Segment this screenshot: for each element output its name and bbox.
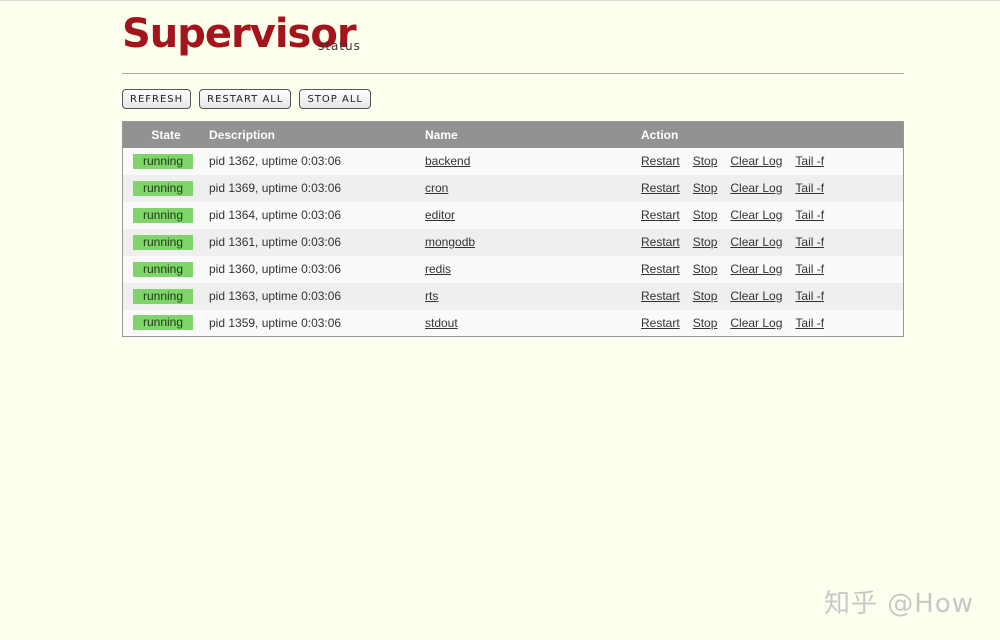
process-name-link[interactable]: redis [425,262,451,276]
table-header-row: State Description Name Action [122,121,904,148]
state-cell: running [123,202,210,229]
clear-log-link[interactable]: Clear Log [730,181,782,195]
process-description: pid 1363, uptime 0:03:06 [209,289,342,303]
stop-link[interactable]: Stop [693,235,718,249]
restart-link[interactable]: Restart [641,262,680,276]
state-cell: running [123,256,210,283]
name-cell: mongodb [425,229,641,256]
process-description: pid 1369, uptime 0:03:06 [209,181,342,195]
watermark: 知乎 @How [824,589,974,619]
actions-cell: Restart Stop Clear Log Tail -f [641,175,904,202]
process-name-link[interactable]: stdout [425,316,458,330]
clear-log-link[interactable]: Clear Log [730,235,782,249]
process-description: pid 1361, uptime 0:03:06 [209,235,342,249]
actions-cell: Restart Stop Clear Log Tail -f [641,283,904,310]
table-row: running pid 1361, uptime 0:03:06 mongodb Re… [122,228,904,256]
page-container: Supervisor status REFRESH RESTART ALL ST… [122,1,904,337]
tail-link[interactable]: Tail -f [795,154,824,168]
state-cell: running [123,229,210,256]
status-badge: running [133,180,193,196]
tail-link[interactable]: Tail -f [795,289,824,303]
header: Supervisor status [122,1,904,74]
refresh-button[interactable]: REFRESH [122,89,192,109]
state-cell: running [123,148,210,175]
restart-link[interactable]: Restart [641,289,680,303]
table-row: running pid 1363, uptime 0:03:06 rts Restar… [122,282,904,310]
tail-link[interactable]: Tail -f [795,316,824,330]
table-row: running pid 1364, uptime 0:03:06 editor Res… [122,201,904,229]
name-cell: editor [425,202,641,229]
tail-link[interactable]: Tail -f [795,262,824,276]
stop-link[interactable]: Stop [693,208,718,222]
status-badge: running [133,153,193,169]
stop-all-button[interactable]: STOP ALL [299,89,371,109]
column-header-state: State [151,127,181,142]
state-cell: running [123,283,210,310]
table-row: running pid 1369, uptime 0:03:06 cron Resta… [122,174,904,202]
process-name-link[interactable]: cron [425,181,448,195]
process-description: pid 1359, uptime 0:03:06 [209,315,342,330]
clear-log-link[interactable]: Clear Log [730,208,782,222]
stop-link[interactable]: Stop [693,316,718,330]
status-badge: running [133,315,193,331]
process-description: pid 1360, uptime 0:03:06 [209,262,342,276]
status-badge: running [133,234,193,250]
column-header-name: Name [425,127,458,142]
process-table: State Description Name Action running pid… [122,121,904,337]
actions-cell: Restart Stop Clear Log Tail -f [641,310,904,337]
restart-link[interactable]: Restart [641,235,680,249]
restart-link[interactable]: Restart [641,208,680,222]
state-cell: running [123,175,210,202]
name-cell: stdout [425,310,641,337]
clear-log-link[interactable]: Clear Log [730,289,782,303]
stop-link[interactable]: Stop [693,181,718,195]
name-cell: backend [425,148,641,175]
restart-all-button[interactable]: RESTART ALL [199,89,292,109]
stop-link[interactable]: Stop [693,289,718,303]
restart-link[interactable]: Restart [641,154,680,168]
status-badge: running [133,207,193,223]
actions-cell: Restart Stop Clear Log Tail -f [641,229,904,256]
logo-subtitle: status [318,39,361,53]
clear-log-link[interactable]: Clear Log [730,262,782,276]
process-table-body: running pid 1362, uptime 0:03:06 backend Re… [122,147,904,337]
column-header-action: Action [641,127,679,142]
status-badge: running [133,261,193,277]
process-description: pid 1362, uptime 0:03:06 [209,154,342,168]
toolbar: REFRESH RESTART ALL STOP ALL [122,89,371,109]
tail-link[interactable]: Tail -f [795,208,824,222]
table-row: running pid 1360, uptime 0:03:06 redis Rest… [122,255,904,283]
tail-link[interactable]: Tail -f [795,181,824,195]
actions-cell: Restart Stop Clear Log Tail -f [641,256,904,283]
table-row: running pid 1362, uptime 0:03:06 backend Re… [122,147,904,175]
restart-link[interactable]: Restart [641,181,680,195]
table-row: running pid 1359, uptime 0:03:06 stdout Res… [122,309,904,337]
actions-cell: Restart Stop Clear Log Tail -f [641,202,904,229]
process-name-link[interactable]: editor [425,208,455,222]
stop-link[interactable]: Stop [693,262,718,276]
process-name-link[interactable]: mongodb [425,235,475,249]
process-name-link[interactable]: rts [425,289,438,303]
restart-link[interactable]: Restart [641,316,680,330]
tail-link[interactable]: Tail -f [795,235,824,249]
status-badge: running [133,288,193,304]
clear-log-link[interactable]: Clear Log [730,154,782,168]
column-header-description: Description [209,127,276,142]
name-cell: rts [425,283,641,310]
stop-link[interactable]: Stop [693,154,718,168]
state-cell: running [123,310,210,337]
process-name-link[interactable]: backend [425,154,470,168]
actions-cell: Restart Stop Clear Log Tail -f [641,148,904,175]
process-description: pid 1364, uptime 0:03:06 [209,208,342,222]
clear-log-link[interactable]: Clear Log [730,316,782,330]
name-cell: cron [425,175,641,202]
name-cell: redis [425,256,641,283]
